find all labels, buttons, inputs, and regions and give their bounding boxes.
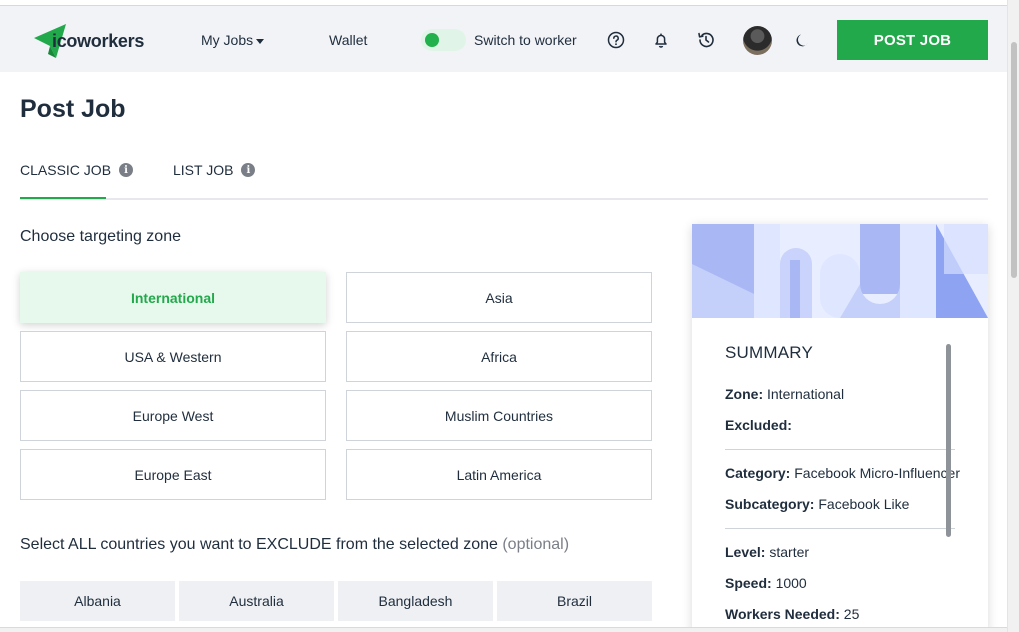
exclude-countries-text: Select ALL countries you want to EXCLUDE…	[20, 536, 498, 553]
country-option-brazil[interactable]: Brazil	[497, 581, 652, 621]
zone-option-asia[interactable]: Asia	[346, 272, 652, 323]
summary-zone-value: International	[767, 386, 845, 402]
toggle-knob	[425, 33, 439, 47]
zone-option-latin-america[interactable]: Latin America	[346, 449, 652, 500]
summary-speed-value: 1000	[775, 575, 807, 591]
page-title: Post Job	[20, 95, 126, 123]
summary-title: SUMMARY	[725, 343, 813, 362]
my-jobs-dropdown[interactable]: My Jobs	[201, 32, 265, 48]
picoworkers-logo[interactable]: icoworkers	[34, 23, 144, 59]
moon-icon[interactable]	[792, 30, 812, 50]
horizontal-scrollbar[interactable]	[0, 627, 1007, 632]
summary-excluded: Excluded:	[725, 417, 792, 433]
summary-speed: Speed: 1000	[725, 575, 807, 591]
page-scrollbar-thumb[interactable]	[1011, 42, 1017, 278]
summary-subcategory-key: Subcategory:	[725, 496, 815, 512]
zone-option-europe-east[interactable]: Europe East	[20, 449, 326, 500]
summary-subcategory-value: Facebook Like	[818, 496, 910, 512]
summary-subcategory: Subcategory: Facebook Like	[725, 496, 909, 512]
job-type-tabs: CLASSIC JOB i LIST JOB i	[20, 150, 988, 200]
logo-text: icoworkers	[52, 30, 145, 51]
summary-category-value: Facebook Micro-Influencer	[794, 465, 960, 481]
summary-workers-value: 25	[843, 606, 860, 622]
summary-category-key: Category:	[725, 465, 791, 481]
caret-down-icon	[256, 38, 265, 44]
summary-banner-graphic	[692, 224, 988, 318]
summary-level-key: Level:	[725, 544, 766, 560]
switch-to-worker-label[interactable]: Switch to worker	[474, 32, 577, 48]
top-navbar: icoworkers My Jobs Wallet Switch to work…	[0, 5, 1007, 72]
worker-mode-toggle[interactable]	[421, 29, 466, 51]
bell-icon[interactable]	[651, 30, 671, 50]
tab-list-job-label: LIST JOB	[173, 162, 234, 178]
page-scrollbar[interactable]	[1007, 0, 1019, 632]
info-icon[interactable]: i	[241, 163, 256, 177]
country-option-bangladesh[interactable]: Bangladesh	[338, 581, 493, 621]
zone-option-europe-west[interactable]: Europe West	[20, 390, 326, 441]
summary-level: Level: starter	[725, 544, 809, 560]
summary-speed-key: Speed:	[725, 575, 772, 591]
zone-option-usa-western[interactable]: USA & Western	[20, 331, 326, 382]
zone-option-africa[interactable]: Africa	[346, 331, 652, 382]
summary-level-value: starter	[769, 544, 810, 560]
summary-zone-key: Zone:	[725, 386, 764, 402]
summary-scrollbar[interactable]	[946, 344, 951, 537]
summary-divider	[725, 449, 955, 450]
summary-card: SUMMARY Zone: International Excluded: Ca…	[692, 224, 988, 632]
optional-hint: (optional)	[502, 536, 570, 553]
summary-category: Category: Facebook Micro-Influencer	[725, 465, 960, 481]
country-option-australia[interactable]: Australia	[179, 581, 334, 621]
zone-option-international[interactable]: International	[20, 272, 326, 323]
summary-excluded-key: Excluded:	[725, 417, 792, 433]
info-icon[interactable]: i	[119, 163, 134, 177]
help-icon[interactable]	[606, 30, 626, 50]
summary-divider	[725, 528, 955, 529]
summary-workers-needed: Workers Needed: 25	[725, 606, 859, 622]
tab-classic-job[interactable]: CLASSIC JOB i	[20, 160, 134, 180]
history-icon[interactable]	[696, 30, 716, 50]
summary-zone: Zone: International	[725, 386, 844, 402]
active-tab-indicator	[20, 197, 106, 199]
tab-classic-job-label: CLASSIC JOB	[20, 162, 112, 178]
exclude-countries-label: Select ALL countries you want to EXCLUDE…	[20, 536, 569, 554]
my-jobs-label: My Jobs	[201, 32, 254, 48]
country-option-albania[interactable]: Albania	[20, 581, 175, 621]
post-job-button[interactable]: POST JOB	[837, 20, 988, 60]
summary-workers-key: Workers Needed:	[725, 606, 840, 622]
targeting-zone-label: Choose targeting zone	[20, 228, 181, 245]
zone-option-muslim-countries[interactable]: Muslim Countries	[346, 390, 652, 441]
user-avatar[interactable]	[743, 26, 772, 55]
wallet-link[interactable]: Wallet	[329, 32, 367, 48]
tab-list-job[interactable]: LIST JOB i	[173, 160, 256, 180]
